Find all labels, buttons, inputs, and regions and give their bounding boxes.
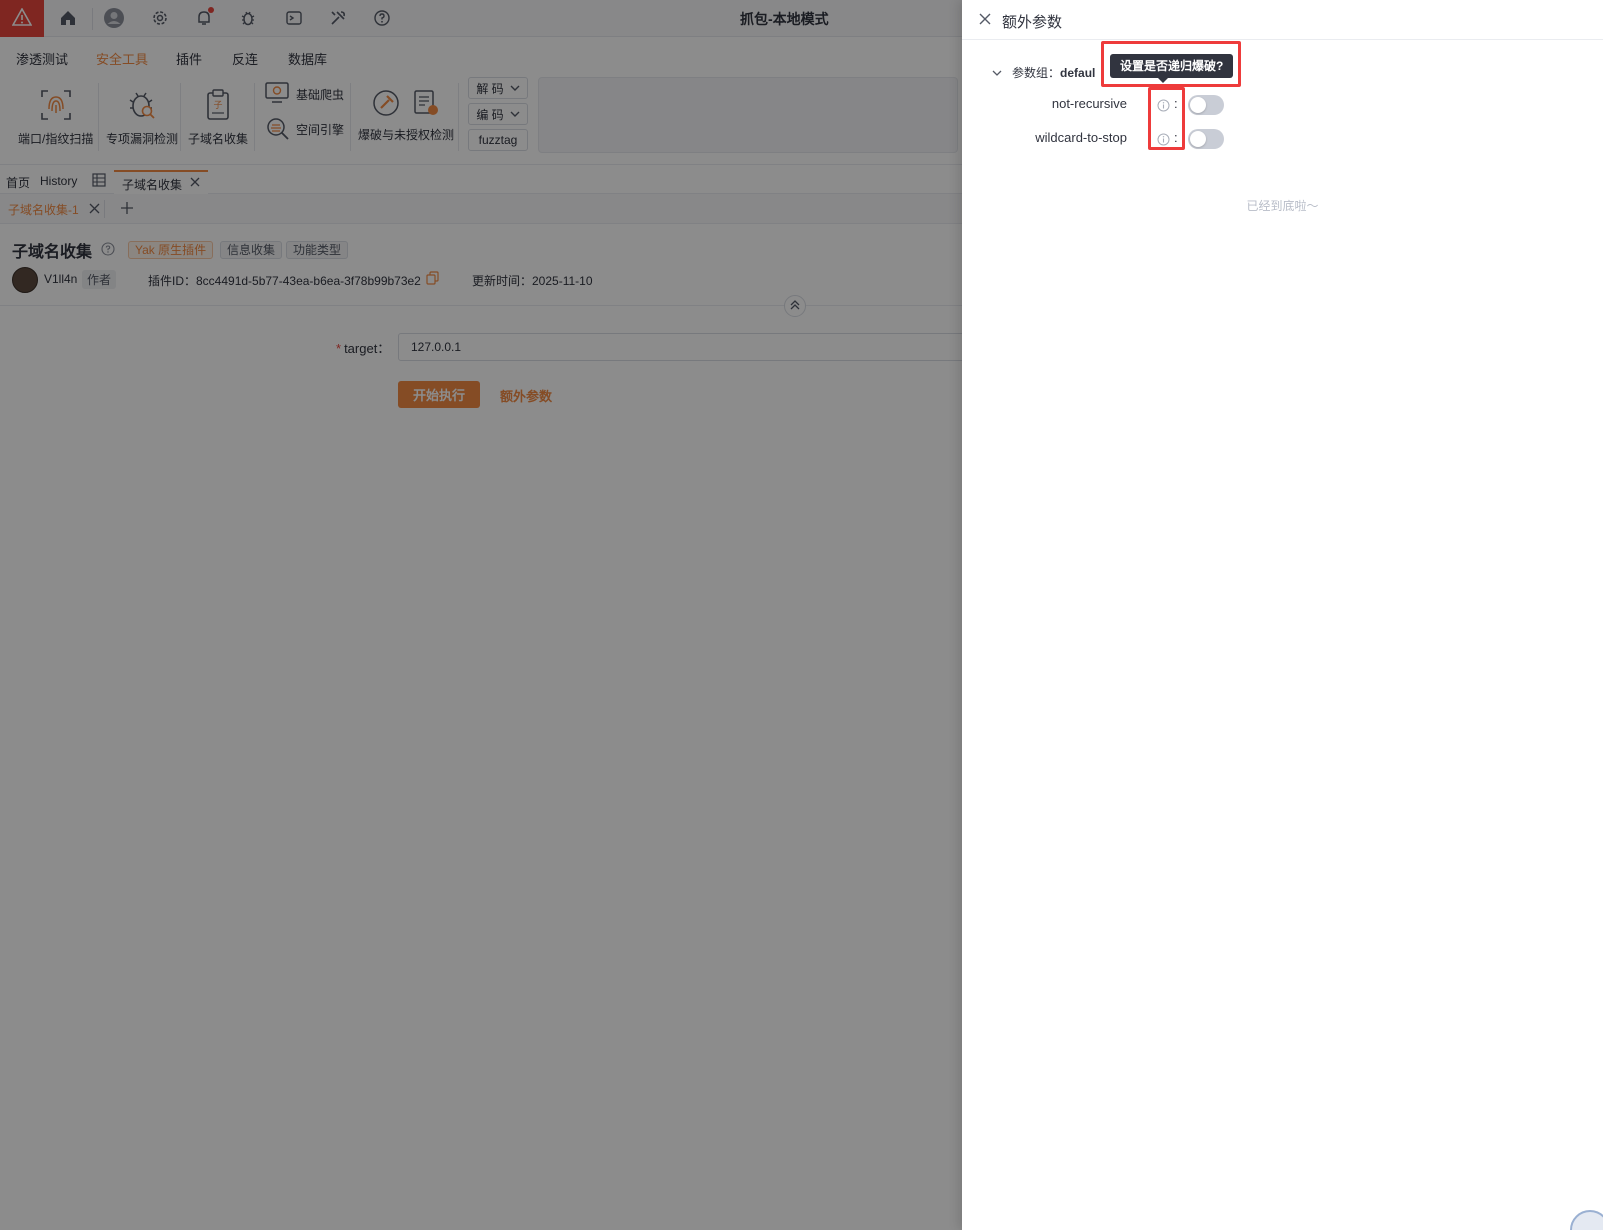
extra-params-drawer: 额外参数 参数组：defaul not-recursive : wildcard…: [962, 0, 1603, 1230]
highlight-box-tooltip: [1101, 41, 1241, 87]
param-group-prefix: 参数组：: [1012, 66, 1061, 80]
drawer-header: 额外参数: [962, 0, 1603, 40]
highlight-box-info-icons: [1148, 87, 1185, 150]
wildcard-to-stop-switch[interactable]: [1188, 129, 1224, 149]
chevron-down-icon: [992, 66, 1002, 80]
modal-overlay[interactable]: [0, 0, 962, 1230]
switch-knob: [1190, 131, 1206, 147]
close-icon[interactable]: [976, 10, 994, 28]
param-label: wildcard-to-stop: [1035, 130, 1127, 145]
not-recursive-switch[interactable]: [1188, 95, 1224, 115]
switch-knob: [1190, 97, 1206, 113]
param-group-header[interactable]: 参数组：defaul: [992, 64, 1095, 81]
drawer-title: 额外参数: [1002, 14, 1063, 31]
param-group-name: defaul: [1060, 66, 1096, 80]
param-row-wildcard-to-stop: wildcard-to-stop :: [962, 127, 1603, 151]
param-row-not-recursive: not-recursive :: [962, 93, 1603, 117]
end-of-list-text: 已经到底啦～: [1246, 199, 1319, 213]
param-label: not-recursive: [1051, 96, 1127, 111]
